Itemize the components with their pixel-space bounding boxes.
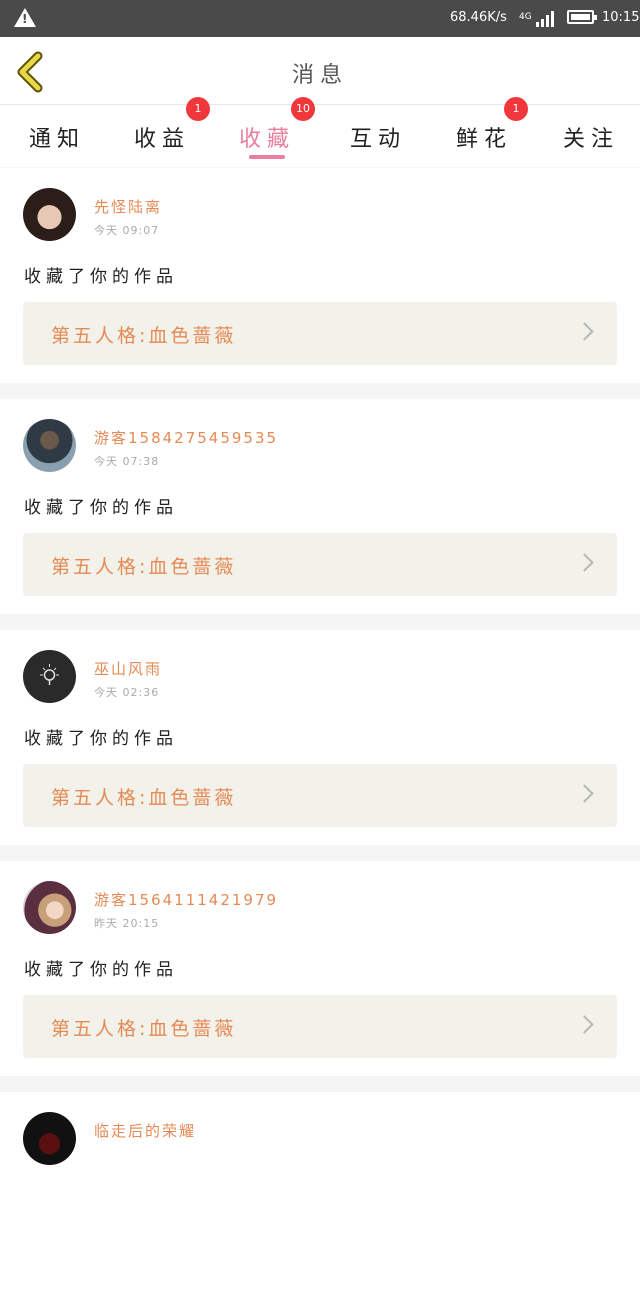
page-title: 消息 <box>291 63 348 88</box>
tab-label: 鲜花 <box>456 127 513 152</box>
message-card: 巫山风雨 今天 02:36 收藏了你的作品 第五人格:血色蔷薇 <box>0 630 640 845</box>
tab-label: 收藏 <box>239 127 296 152</box>
tab-label: 关注 <box>563 127 620 152</box>
tab-badge: 1 <box>504 97 528 121</box>
chevron-right-icon <box>575 553 594 572</box>
tab-badge: 1 <box>186 97 210 121</box>
work-link[interactable]: 第五人格:血色蔷薇 <box>23 764 617 827</box>
action-text: 收藏了你的作品 <box>24 729 178 749</box>
chevron-right-icon <box>575 322 594 341</box>
username[interactable]: 巫山风雨 <box>94 658 162 679</box>
signal-icon <box>536 10 558 27</box>
action-text: 收藏了你的作品 <box>24 960 178 980</box>
message-card: 先怪陆离 今天 09:07 收藏了你的作品 第五人格:血色蔷薇 <box>0 168 640 383</box>
network-type: 4G <box>519 12 532 22</box>
app-header: 消息 <box>0 37 640 105</box>
lightbulb-icon <box>40 664 59 685</box>
tab-label: 互动 <box>350 127 407 152</box>
work-title: 第五人格:血色蔷薇 <box>51 787 237 809</box>
status-bar: 68.46K/s 4G 10:15 <box>0 0 640 37</box>
tab-bar: 通知 收益 1 收藏 10 互动 鲜花 1 关注 <box>0 97 640 167</box>
chevron-right-icon <box>575 784 594 803</box>
network-speed: 68.46K/s <box>450 10 507 25</box>
active-tab-indicator <box>249 155 285 159</box>
username[interactable]: 游客1584275459535 <box>94 427 278 448</box>
work-link[interactable]: 第五人格:血色蔷薇 <box>23 302 617 365</box>
avatar[interactable] <box>23 881 76 934</box>
message-card: 游客1584275459535 今天 07:38 收藏了你的作品 第五人格:血色… <box>0 399 640 614</box>
battery-icon <box>567 10 597 24</box>
username[interactable]: 游客1564111421979 <box>94 889 278 910</box>
clock: 10:15 <box>602 10 640 25</box>
avatar[interactable] <box>23 1112 76 1165</box>
tab-badge: 10 <box>291 97 315 121</box>
avatar[interactable] <box>23 188 76 241</box>
tab-label: 收益 <box>134 127 191 152</box>
work-link[interactable]: 第五人格:血色蔷薇 <box>23 995 617 1058</box>
action-text: 收藏了你的作品 <box>24 498 178 518</box>
timestamp: 昨天 20:15 <box>94 917 160 930</box>
username[interactable]: 先怪陆离 <box>94 196 162 217</box>
message-card: 临走后的荣耀 <box>0 1092 640 1307</box>
work-link[interactable]: 第五人格:血色蔷薇 <box>23 533 617 596</box>
avatar[interactable] <box>23 650 76 703</box>
tab-label: 通知 <box>29 127 86 152</box>
chevron-right-icon <box>575 1015 594 1034</box>
avatar[interactable] <box>23 419 76 472</box>
work-title: 第五人格:血色蔷薇 <box>51 556 237 578</box>
timestamp: 今天 02:36 <box>94 686 160 699</box>
work-title: 第五人格:血色蔷薇 <box>51 325 237 347</box>
message-card: 游客1564111421979 昨天 20:15 收藏了你的作品 第五人格:血色… <box>0 861 640 1076</box>
work-title: 第五人格:血色蔷薇 <box>51 1018 237 1040</box>
warning-icon <box>14 8 36 27</box>
action-text: 收藏了你的作品 <box>24 267 178 287</box>
timestamp: 今天 07:38 <box>94 455 160 468</box>
timestamp: 今天 09:07 <box>94 224 160 237</box>
